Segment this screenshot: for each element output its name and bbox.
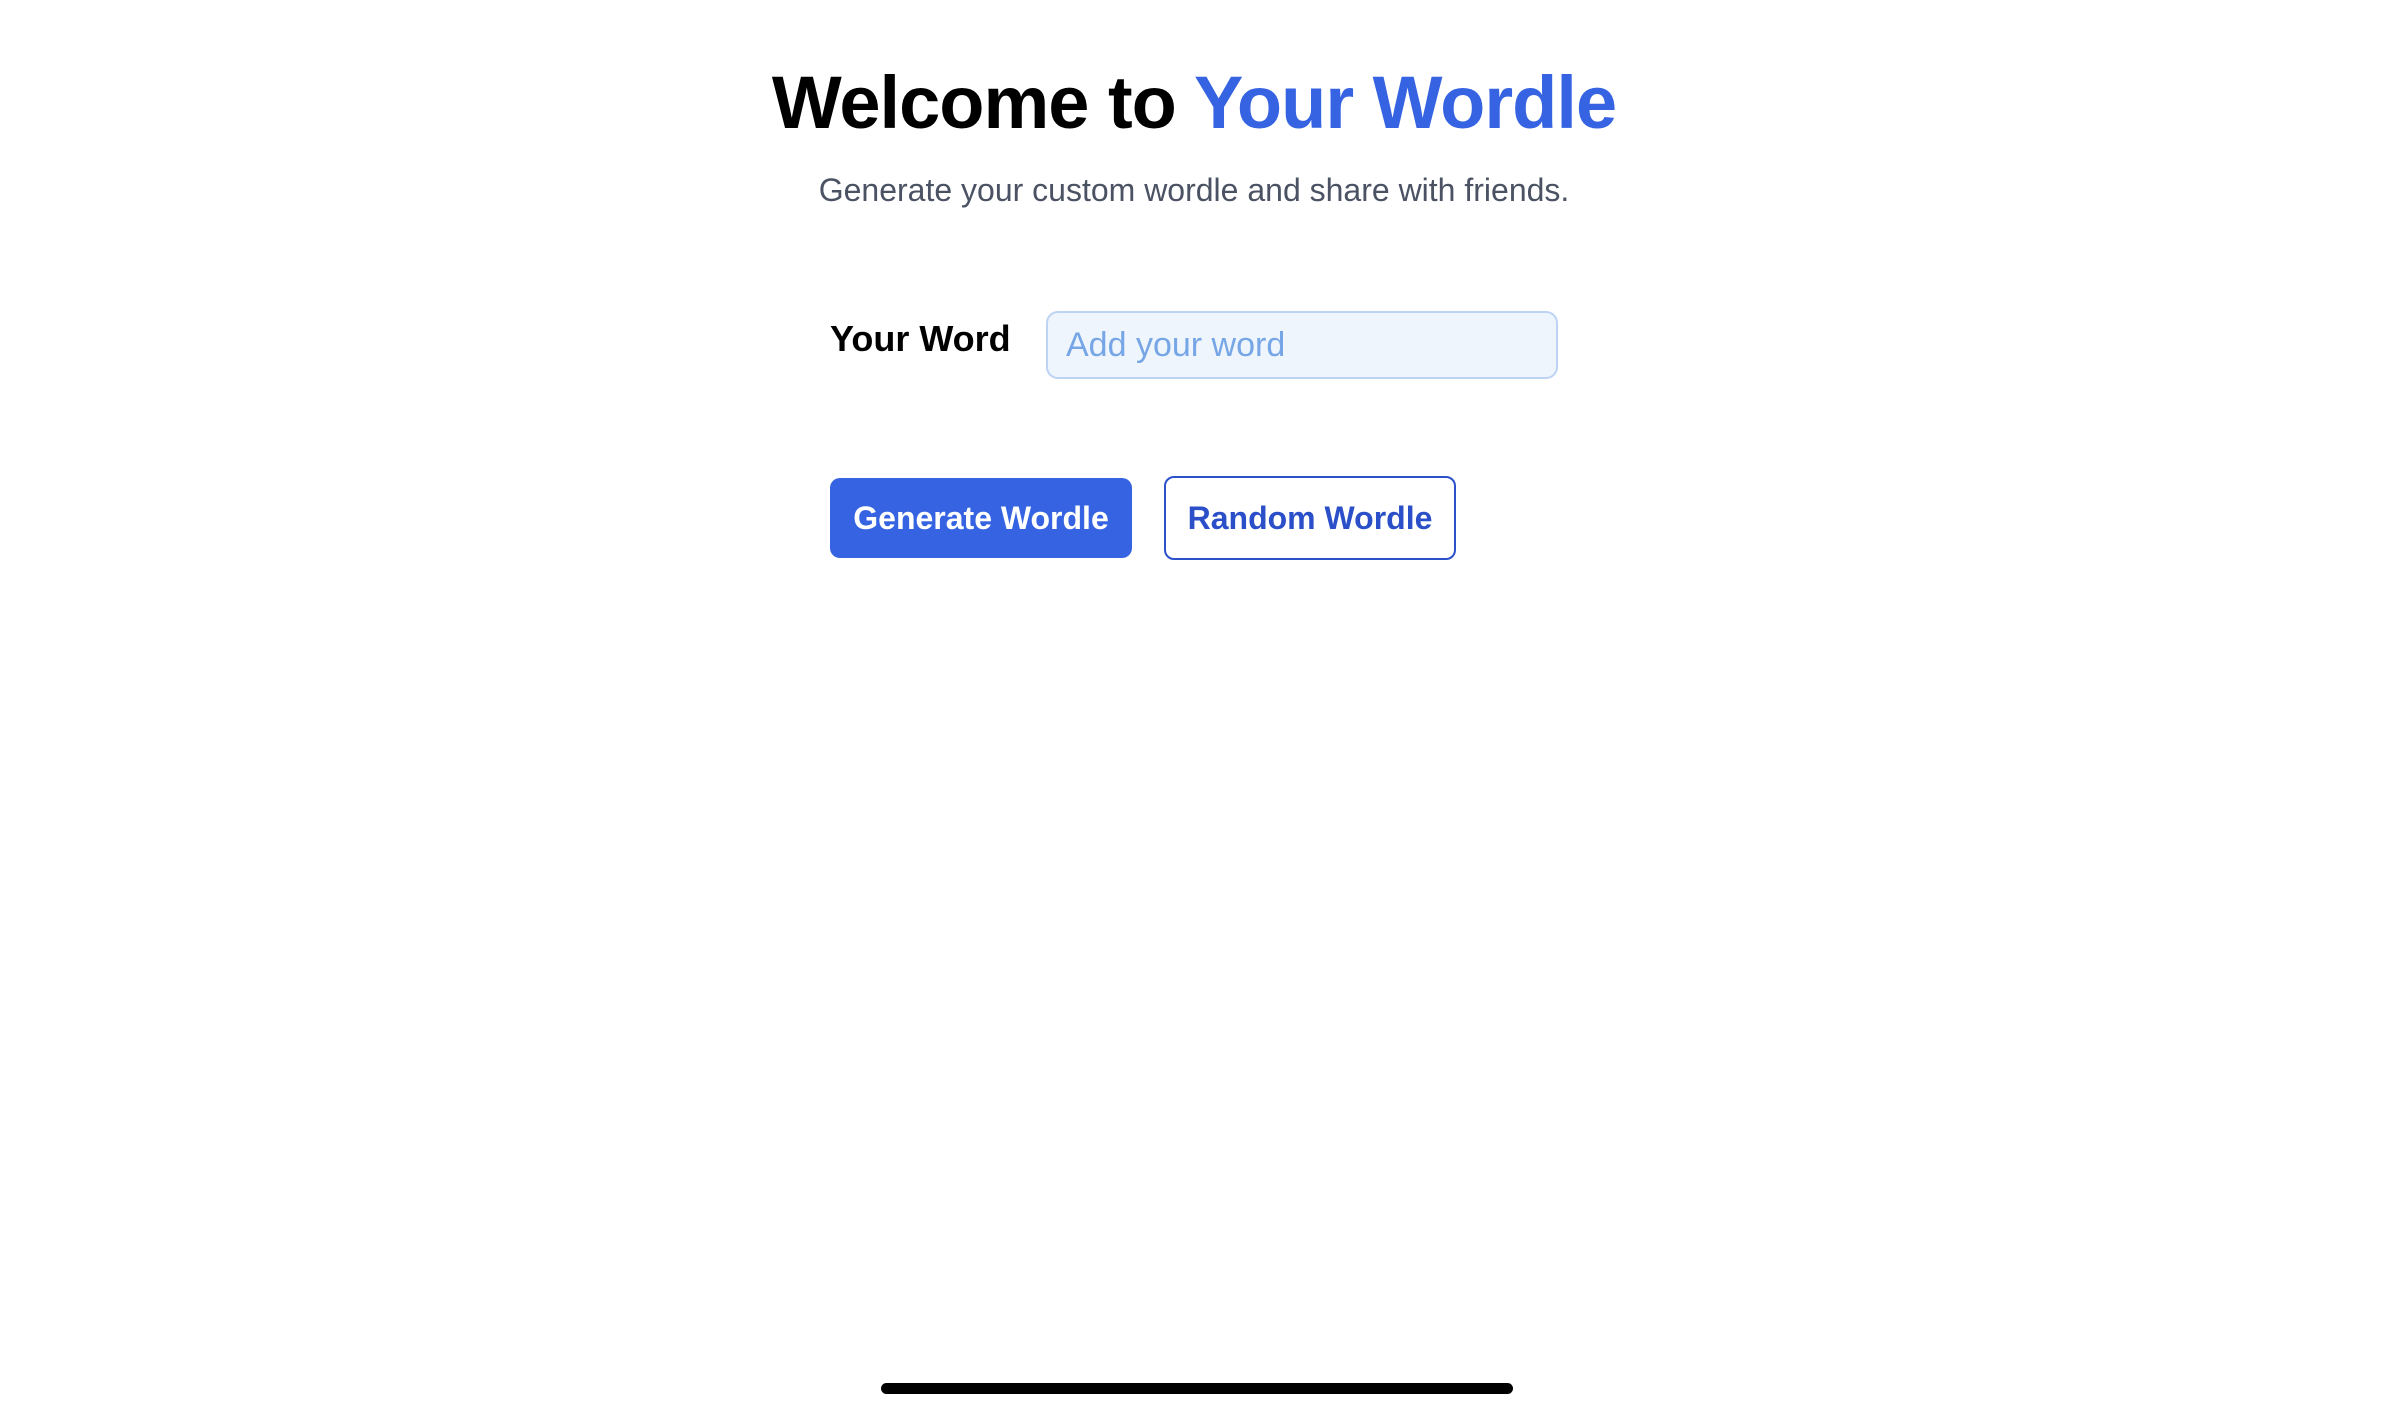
header: Welcome to Your Wordle Generate your cus… <box>0 58 2388 214</box>
page-title: Welcome to Your Wordle <box>0 58 2388 148</box>
random-wordle-button[interactable]: Random Wordle <box>1164 476 1456 560</box>
title-highlight: Your Wordle <box>1194 61 1617 144</box>
home-indicator-bar <box>881 1383 1513 1394</box>
word-label: Your Word <box>830 318 1011 359</box>
generate-wordle-button[interactable]: Generate Wordle <box>830 478 1132 558</box>
word-input[interactable] <box>1046 311 1558 379</box>
word-form-row: Your Word <box>830 310 1558 380</box>
page-subtitle: Generate your custom wordle and share wi… <box>818 172 1570 208</box>
title-prefix: Welcome to <box>771 61 1195 144</box>
page: Welcome to Your Wordle Generate your cus… <box>0 0 2388 1406</box>
action-buttons: Generate Wordle Random Wordle <box>830 476 1456 560</box>
